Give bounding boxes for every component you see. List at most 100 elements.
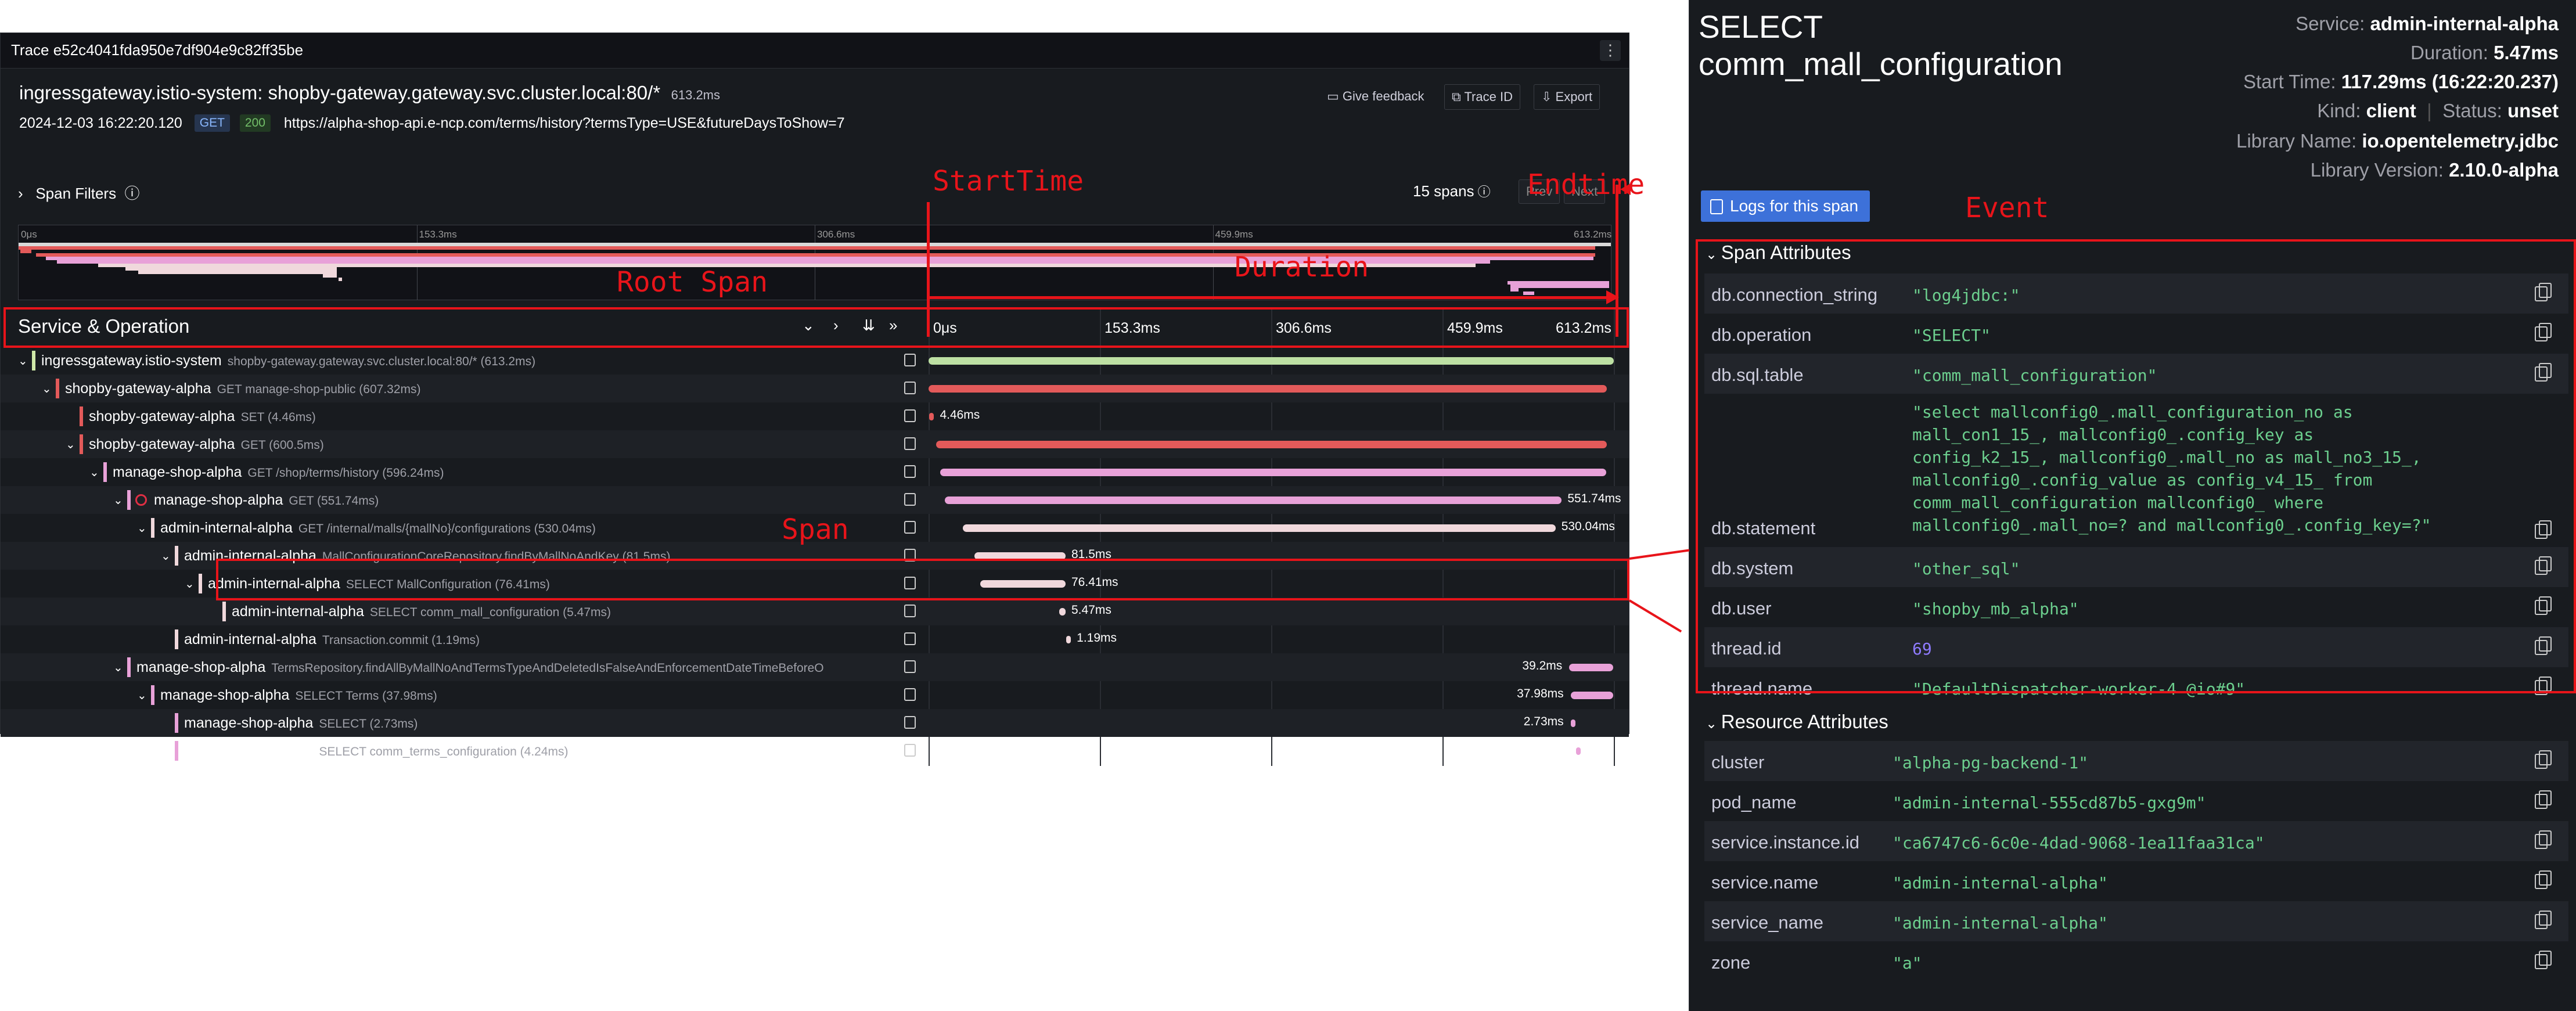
export-button[interactable]: ⇩ Export	[1534, 84, 1600, 110]
span-row[interactable]: manage-shop-alpha SELECT comm_terms_confi…	[1, 737, 1629, 765]
span-timeline-bar[interactable]	[1570, 719, 1575, 727]
info-icon: ⓘ	[120, 185, 140, 202]
chevron-down-icon[interactable]: ⌄	[89, 465, 99, 480]
attribute-row: service.name "admin-internal-alpha"	[1704, 861, 2568, 901]
attribute-key: service.instance.id	[1711, 832, 1860, 852]
copy-icon[interactable]	[2535, 911, 2552, 929]
span-timeline-bar[interactable]	[945, 496, 1562, 504]
span-service-name: manage-shop-alpha GET /shop/terms/history…	[113, 464, 444, 480]
span-timeline-bar[interactable]	[1570, 692, 1613, 699]
service-color-bar	[32, 351, 35, 370]
span-row[interactable]: ⌄ shopby-gateway-alpha GET manage-shop-pub…	[1, 375, 1629, 402]
trace-title-bar: Trace e52c4041fda950e7df904e9c82ff35be ⋮	[1, 33, 1629, 69]
span-timeline-bar[interactable]	[1576, 747, 1581, 755]
copy-icon[interactable]	[2535, 750, 2552, 769]
span-logs-icon[interactable]	[904, 716, 916, 729]
span-timeline-bar[interactable]	[929, 385, 1607, 393]
chevron-down-icon[interactable]: ⌄	[66, 437, 75, 452]
chevron-down-icon[interactable]: ⌄	[113, 493, 123, 508]
span-logs-icon[interactable]	[904, 744, 916, 757]
error-icon	[135, 494, 147, 506]
span-row[interactable]: ⌄ manage-shop-alpha GET /shop/terms/histor…	[1, 458, 1629, 486]
attribute-value: "admin-internal-555cd87b5-gxg9m"	[1893, 793, 2206, 812]
span-operation-name: GET (600.5ms)	[240, 438, 324, 452]
span-logs-icon[interactable]	[904, 465, 916, 478]
span-timeline-bar[interactable]	[963, 524, 1556, 532]
service-color-bar	[175, 629, 178, 649]
chevron-down-icon[interactable]: ⌄	[18, 354, 28, 368]
span-operation-name: shopby-gateway.gateway.svc.cluster.local…	[227, 355, 536, 368]
attribute-value: "ca6747c6-6c0e-4dad-9068-1ea11faa31ca"	[1893, 833, 2265, 852]
span-duration-label: 39.2ms	[1522, 659, 1563, 672]
chevron-down-icon[interactable]: ⌄	[161, 549, 171, 563]
root-span-duration: 613.2ms	[671, 88, 721, 102]
copy-icon[interactable]	[2535, 951, 2552, 969]
trace-id-button[interactable]: ⧉ Trace ID	[1444, 84, 1520, 110]
attribute-value: "admin-internal-alpha"	[1893, 913, 2108, 933]
span-logs-icon[interactable]	[904, 354, 916, 366]
chevron-down-icon[interactable]: ⌄	[137, 521, 147, 535]
span-operation-name: TermsRepository.findAllByMallNoAndTermsT…	[271, 661, 824, 675]
chevron-down-icon[interactable]: ⌄	[185, 577, 195, 591]
span-to-detail-line	[1628, 599, 1682, 633]
span-timeline-bar[interactable]	[1059, 608, 1066, 616]
span-operation-name: SELECT Terms (37.98ms)	[295, 689, 437, 703]
span-duration-label: 530.04ms	[1561, 520, 1615, 533]
span-timeline-bar[interactable]	[940, 469, 1606, 476]
logs-for-span-button[interactable]: Logs for this span	[1701, 190, 1870, 222]
span-row[interactable]: ⌄ ingressgateway.istio-system shopby-gatew…	[1, 347, 1629, 375]
span-timeline-bar[interactable]	[1569, 664, 1613, 671]
trace-title: Trace e52c4041fda950e7df904e9c82ff35be	[11, 41, 304, 59]
chevron-down-icon[interactable]: ⌄	[137, 688, 147, 703]
span-logs-icon[interactable]	[904, 632, 916, 645]
copy-icon[interactable]	[2535, 830, 2552, 849]
minimap-tick-label: 613.2ms	[1574, 229, 1612, 240]
copy-icon[interactable]	[2535, 790, 2552, 809]
span-service-name: admin-internal-alpha GET /internal/malls/…	[160, 520, 596, 536]
minimap-tick-label: 0μs	[21, 229, 37, 240]
span-logs-icon[interactable]	[904, 493, 916, 506]
chevron-down-icon[interactable]: ⌄	[113, 660, 123, 675]
give-feedback-link[interactable]: ▭ Give feedback	[1327, 84, 1424, 109]
span-operation-name: SELECT comm_terms_configuration (4.24ms)	[319, 745, 569, 758]
span-row[interactable]: manage-shop-alpha SELECT (2.73ms) 2.73ms	[1, 709, 1629, 737]
span-row[interactable]: ⌄ manage-shop-alpha SELECT Terms (37.98ms)…	[1, 681, 1629, 709]
more-options-icon[interactable]: ⋮	[1600, 40, 1621, 61]
span-logs-icon[interactable]	[904, 382, 916, 394]
span-row[interactable]: admin-internal-alpha Transaction.commit (…	[1, 625, 1629, 653]
span-service-name: manage-shop-alpha TermsRepository.findAll…	[136, 659, 824, 675]
chevron-down-icon: ⌄	[1706, 716, 1721, 732]
span-timeline-bar[interactable]	[929, 413, 934, 420]
span-logs-icon[interactable]	[904, 688, 916, 701]
span-logs-icon[interactable]	[904, 437, 916, 450]
span-row[interactable]: ⌄ manage-shop-alpha GET (551.74ms) 551.74ms	[1, 486, 1629, 514]
end-time-marker	[1616, 185, 1618, 337]
span-logs-icon[interactable]	[904, 660, 916, 673]
span-filters-toggle[interactable]: › Span Filters ⓘ	[18, 182, 140, 203]
span-logs-icon[interactable]	[904, 605, 916, 617]
span-start-time: Start Time: 117.29ms (16:22:20.237)	[2243, 71, 2559, 92]
attribute-row: service_name "admin-internal-alpha"	[1704, 901, 2568, 941]
span-operation-name: Transaction.commit (1.19ms)	[322, 634, 480, 647]
span-timeline-bar[interactable]	[929, 357, 1614, 365]
copy-icon[interactable]	[2535, 870, 2552, 889]
span-duration-label: 5.47ms	[1071, 603, 1111, 617]
span-logs-icon[interactable]	[904, 521, 916, 534]
service-color-bar	[175, 741, 178, 761]
span-row[interactable]: admin-internal-alpha SELECT comm_mall_con…	[1, 598, 1629, 625]
trace-minimap[interactable]: 0μs 153.3ms 306.6ms 459.9ms 613.2ms	[18, 225, 1611, 300]
resource-attributes-header[interactable]: ⌄ Resource Attributes	[1706, 711, 1888, 733]
span-logs-icon[interactable]	[904, 409, 916, 422]
span-row[interactable]: shopby-gateway-alpha SET (4.46ms) 4.46ms	[1, 402, 1629, 430]
attribute-row: cluster "alpha-pg-backend-1"	[1704, 741, 2568, 781]
trace-view-panel: Trace e52c4041fda950e7df904e9c82ff35be ⋮…	[0, 33, 1629, 766]
attribute-key: zone	[1711, 952, 1751, 973]
attribute-value: "a"	[1893, 954, 1922, 973]
service-color-bar	[151, 685, 154, 705]
span-timeline-bar[interactable]	[1066, 636, 1071, 643]
span-row[interactable]: ⌄ manage-shop-alpha TermsRepository.findAl…	[1, 653, 1629, 681]
chevron-down-icon[interactable]: ⌄	[42, 382, 52, 396]
span-timeline-bar[interactable]	[936, 441, 1607, 448]
span-row[interactable]: ⌄ shopby-gateway-alpha GET (600.5ms)	[1, 430, 1629, 458]
http-status-badge: 200	[239, 114, 271, 132]
